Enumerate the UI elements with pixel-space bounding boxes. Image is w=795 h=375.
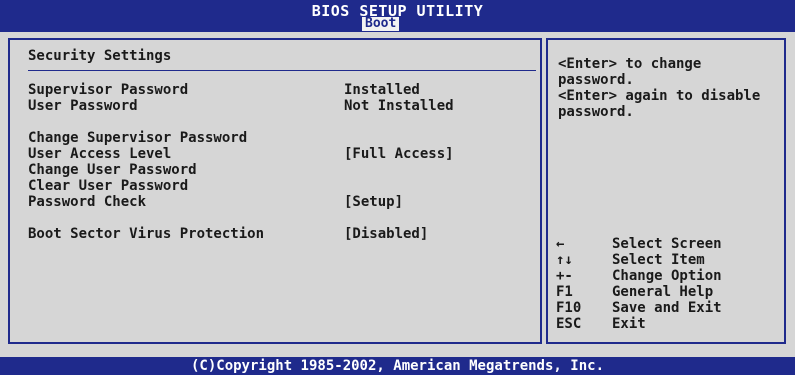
key-desc: General Help: [612, 284, 714, 300]
key-legend: ← Select Screen ↑↓ Select Item +- Change…: [556, 236, 782, 332]
key-general-help: F1 General Help: [556, 284, 782, 300]
key-label: F10: [556, 300, 582, 316]
key-desc: Exit: [612, 316, 646, 332]
key-exit: ESC Exit: [556, 316, 782, 332]
supervisor-password-status: Installed: [344, 82, 420, 98]
clear-user-password-label[interactable]: Clear User Password: [28, 178, 188, 194]
key-desc: Change Option: [612, 268, 722, 284]
copyright-footer: (C)Copyright 1985-2002, American Megatre…: [0, 357, 795, 375]
boot-sector-virus-protection-value[interactable]: [Disabled]: [344, 226, 428, 242]
key-select-screen: ← Select Screen: [556, 236, 782, 252]
section-title: Security Settings: [28, 48, 172, 64]
section-divider: [28, 70, 536, 71]
user-password-row: User Password Not Installed: [28, 98, 528, 116]
key-desc: Select Screen: [612, 236, 722, 252]
change-supervisor-password-label[interactable]: Change Supervisor Password: [28, 130, 247, 146]
boot-sector-virus-protection-label[interactable]: Boot Sector Virus Protection: [28, 226, 264, 242]
password-check-value[interactable]: [Setup]: [344, 194, 403, 210]
help-text: <Enter> to change password. <Enter> agai…: [558, 56, 761, 120]
user-access-level-value[interactable]: [Full Access]: [344, 146, 454, 162]
title-bar: BIOS SETUP UTILITY Boot: [0, 0, 795, 32]
key-save-exit: F10 Save and Exit: [556, 300, 782, 316]
key-change-option: +- Change Option: [556, 268, 782, 284]
user-password-label: User Password: [28, 98, 138, 114]
key-desc: Save and Exit: [612, 300, 722, 316]
help-panel: <Enter> to change password. <Enter> agai…: [546, 38, 786, 344]
password-check-label[interactable]: Password Check: [28, 194, 146, 210]
arrow-up-down-icon: ↑↓: [556, 252, 573, 268]
key-label: ESC: [556, 316, 582, 332]
change-user-password-label[interactable]: Change User Password: [28, 162, 197, 178]
arrow-left-icon: ←: [556, 236, 565, 252]
supervisor-password-label: Supervisor Password: [28, 82, 189, 98]
user-access-level-label[interactable]: User Access Level: [28, 146, 171, 162]
key-select-item: ↑↓ Select Item: [556, 252, 782, 268]
key-label: +-: [556, 268, 573, 284]
boot-sector-virus-protection-item[interactable]: Boot Sector Virus Protection [Disabled]: [28, 226, 528, 244]
user-password-status: Not Installed: [344, 98, 454, 114]
tab-boot[interactable]: Boot: [362, 17, 400, 31]
key-desc: Select Item: [612, 252, 705, 268]
settings-panel: Security Settings Supervisor Password In…: [8, 38, 542, 344]
password-check-item[interactable]: Password Check [Setup]: [28, 194, 528, 212]
key-label: F1: [556, 284, 573, 300]
